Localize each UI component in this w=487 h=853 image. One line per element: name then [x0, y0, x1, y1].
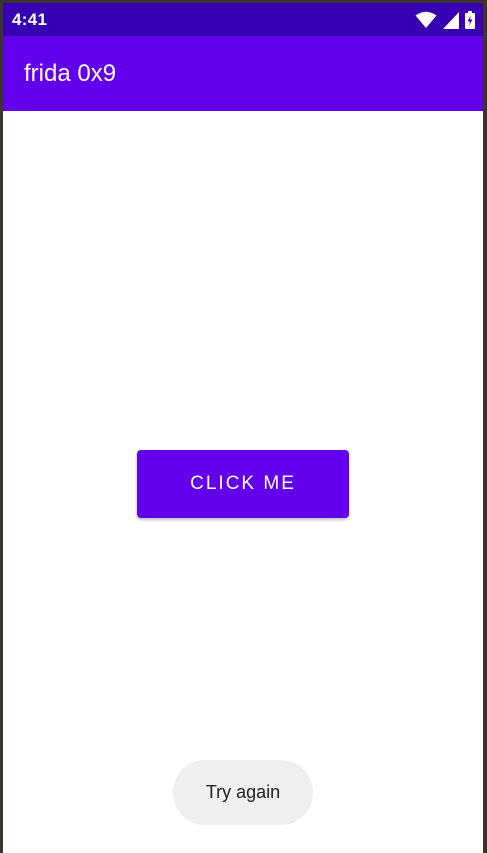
app-bar: frida 0x9	[3, 36, 483, 111]
status-bar: 4:41	[3, 3, 483, 36]
status-time: 4:41	[12, 10, 48, 29]
device-frame: 4:41 frida 0x9 CLICK ME Try again	[0, 0, 487, 853]
phone-screen: 4:41 frida 0x9 CLICK ME Try again	[3, 3, 483, 853]
status-icons	[415, 10, 475, 30]
toast-message: Try again	[173, 760, 313, 825]
main-content: CLICK ME Try again	[3, 111, 483, 853]
wifi-icon	[415, 11, 437, 29]
cellular-signal-icon	[443, 11, 459, 29]
battery-charging-icon	[465, 11, 475, 29]
click-me-button[interactable]: CLICK ME	[137, 450, 349, 518]
app-title: frida 0x9	[24, 60, 117, 87]
